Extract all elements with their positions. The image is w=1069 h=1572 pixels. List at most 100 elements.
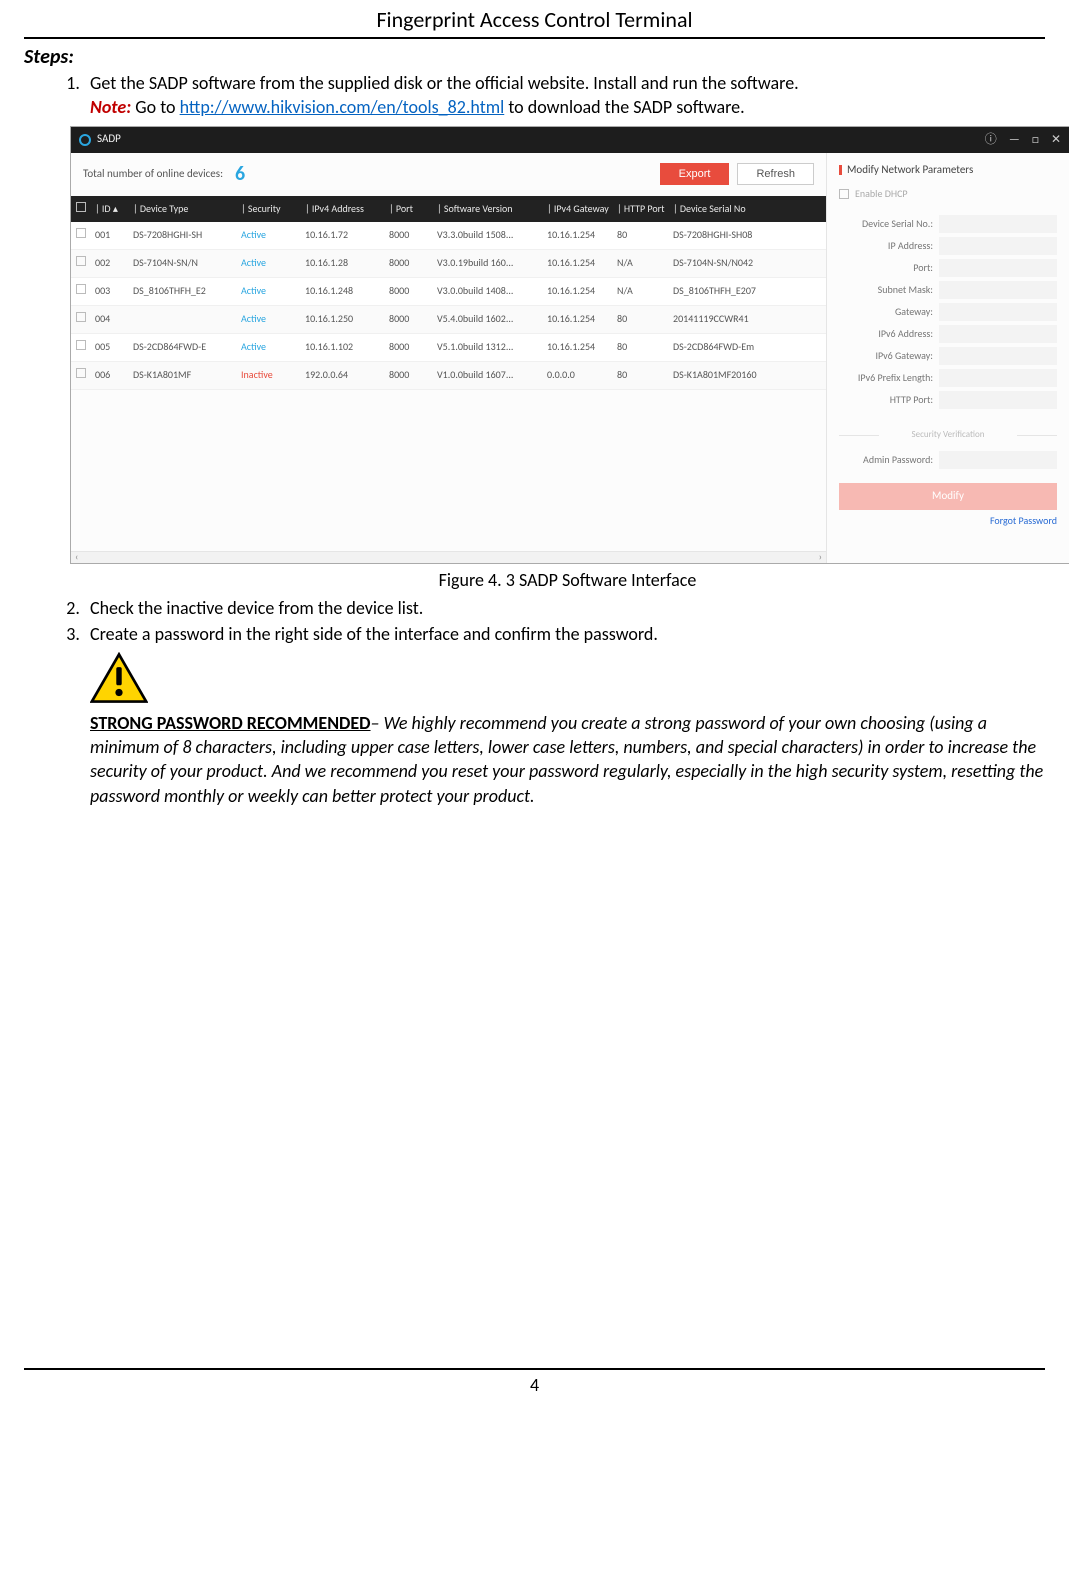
admin-password-input[interactable] xyxy=(939,451,1057,469)
col-id[interactable]: ID xyxy=(102,202,111,215)
cell-version: V3.0.0build 1408... xyxy=(433,284,543,298)
row-checkbox[interactable] xyxy=(76,256,86,266)
warning-text: STRONG PASSWORD RECOMMENDED– We highly r… xyxy=(90,711,1045,808)
col-version[interactable]: Software Version xyxy=(444,202,513,215)
sort-icon[interactable]: ▴ xyxy=(113,202,118,215)
step-2: Check the inactive device from the devic… xyxy=(84,596,1045,620)
panel-field-label: Subnet Mask: xyxy=(839,283,939,297)
cell-gateway: 10.16.1.254 xyxy=(543,284,613,298)
cell-version: V3.3.0build 1508... xyxy=(433,228,543,242)
table-row[interactable]: 001DS-7208HGHI-SHActive10.16.1.728000V3.… xyxy=(71,222,826,250)
col-type[interactable]: Device Type xyxy=(140,202,189,215)
cell-port: 8000 xyxy=(385,340,433,354)
table-row[interactable]: 004Active10.16.1.2508000V5.4.0build 1602… xyxy=(71,306,826,334)
cell-id: 002 xyxy=(91,256,129,270)
help-icon[interactable]: ⓘ xyxy=(985,132,997,148)
panel-field-input[interactable] xyxy=(939,391,1057,409)
cell-serial: 20141119CCWR41 xyxy=(669,312,801,326)
table-row[interactable]: 005DS-2CD864FWD-EActive10.16.1.1028000V5… xyxy=(71,334,826,362)
cell-gateway: 10.16.1.254 xyxy=(543,228,613,242)
network-panel: Modify Network Parameters Enable DHCP De… xyxy=(827,153,1069,563)
cell-id: 004 xyxy=(91,312,129,326)
cell-http: 80 xyxy=(613,368,669,382)
panel-field-label: IP Address: xyxy=(839,239,939,253)
sadp-titlebar: SADP ⓘ — □ ✕ xyxy=(71,127,1069,153)
row-checkbox[interactable] xyxy=(76,340,86,350)
cell-ip: 10.16.1.28 xyxy=(301,256,385,270)
page-number: 4 xyxy=(24,1368,1045,1396)
cell-version: V1.0.0build 1607... xyxy=(433,368,543,382)
col-http[interactable]: HTTP Port xyxy=(624,202,665,215)
sadp-app-name: SADP xyxy=(97,132,121,147)
cell-gateway: 0.0.0.0 xyxy=(543,368,613,382)
close-icon[interactable]: ✕ xyxy=(1051,132,1061,148)
cell-port: 8000 xyxy=(385,284,433,298)
panel-field-input[interactable] xyxy=(939,259,1057,277)
download-link[interactable]: http://www.hikvision.com/en/tools_82.htm… xyxy=(180,96,505,118)
step-3-text: Create a password in the right side of t… xyxy=(90,623,658,645)
minimize-icon[interactable]: — xyxy=(1009,132,1020,148)
row-checkbox[interactable] xyxy=(76,228,86,238)
panel-field-input[interactable] xyxy=(939,325,1057,343)
panel-field-input[interactable] xyxy=(939,281,1057,299)
cell-gateway: 10.16.1.254 xyxy=(543,340,613,354)
col-port[interactable]: Port xyxy=(396,202,413,215)
panel-title: Modify Network Parameters xyxy=(839,163,1057,178)
table-row[interactable]: 003DS_8106THFH_E2Active10.16.1.2488000V3… xyxy=(71,278,826,306)
panel-field-input[interactable] xyxy=(939,347,1057,365)
row-checkbox[interactable] xyxy=(76,368,86,378)
panel-field-label: Port: xyxy=(839,261,939,275)
total-devices-count: 6 xyxy=(235,161,245,188)
sadp-logo-icon xyxy=(79,134,91,146)
steps-heading: Steps: xyxy=(24,45,1045,69)
horizontal-scrollbar[interactable] xyxy=(71,551,826,563)
col-serial[interactable]: Device Serial No xyxy=(680,202,746,215)
panel-field-label: IPv6 Prefix Length: xyxy=(839,371,939,385)
table-row[interactable]: 002DS-7104N-SN/NActive10.16.1.288000V3.0… xyxy=(71,250,826,278)
col-ip[interactable]: IPv4 Address xyxy=(312,202,364,215)
cell-version: V3.0.19build 160... xyxy=(433,256,543,270)
panel-field-input[interactable] xyxy=(939,215,1057,233)
col-security[interactable]: Security xyxy=(248,202,281,215)
cell-port: 8000 xyxy=(385,228,433,242)
maximize-icon[interactable]: □ xyxy=(1032,132,1039,148)
page-title: Fingerprint Access Control Terminal xyxy=(24,0,1045,39)
panel-field-label: Device Serial No.: xyxy=(839,217,939,231)
forgot-password-link[interactable]: Forgot Password xyxy=(839,514,1057,528)
cell-type: DS-7208HGHI-SH xyxy=(129,228,237,242)
step-1-note-pre: Go to xyxy=(131,96,179,118)
refresh-button[interactable]: Refresh xyxy=(737,163,814,185)
enable-dhcp-label: Enable DHCP xyxy=(855,187,908,201)
cell-id: 006 xyxy=(91,368,129,382)
row-checkbox[interactable] xyxy=(76,312,86,322)
cell-security: Active xyxy=(237,284,301,298)
note-label: Note: xyxy=(90,96,131,118)
table-row[interactable]: 006DS-K1A801MFInactive192.0.0.648000V1.0… xyxy=(71,362,826,390)
export-button[interactable]: Export xyxy=(660,163,730,185)
cell-ip: 10.16.1.250 xyxy=(301,312,385,326)
modify-button[interactable]: Modify xyxy=(839,483,1057,510)
cell-security: Active xyxy=(237,312,301,326)
figure-caption: Figure 4. 3 SADP Software Interface xyxy=(90,568,1045,592)
cell-ip: 10.16.1.72 xyxy=(301,228,385,242)
warning-icon xyxy=(90,652,1045,710)
cell-type: DS-2CD864FWD-E xyxy=(129,340,237,354)
cell-serial: DS-2CD864FWD-Em xyxy=(669,340,801,354)
step-3: Create a password in the right side of t… xyxy=(84,622,1045,808)
cell-id: 003 xyxy=(91,284,129,298)
cell-type: DS-K1A801MF xyxy=(129,368,237,382)
security-verification-label: Security Verification xyxy=(839,429,1057,441)
cell-serial: DS-K1A801MF20160 xyxy=(669,368,801,382)
cell-http: 80 xyxy=(613,228,669,242)
cell-ip: 10.16.1.248 xyxy=(301,284,385,298)
col-gateway[interactable]: IPv4 Gateway xyxy=(554,202,609,215)
panel-field-input[interactable] xyxy=(939,303,1057,321)
enable-dhcp-checkbox[interactable] xyxy=(839,189,849,199)
device-table-body: 001DS-7208HGHI-SHActive10.16.1.728000V3.… xyxy=(71,222,826,551)
panel-field-input[interactable] xyxy=(939,237,1057,255)
panel-field-input[interactable] xyxy=(939,369,1057,387)
cell-ip: 192.0.0.64 xyxy=(301,368,385,382)
cell-version: V5.4.0build 1602... xyxy=(433,312,543,326)
row-checkbox[interactable] xyxy=(76,284,86,294)
select-all-checkbox[interactable] xyxy=(76,202,86,212)
